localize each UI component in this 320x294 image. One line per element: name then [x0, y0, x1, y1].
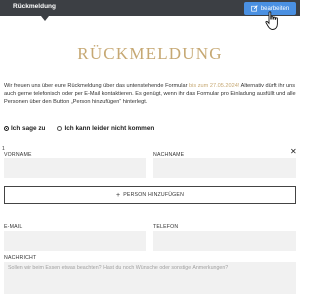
plus-icon: + — [115, 191, 121, 199]
message-placeholder: Sollen wir beim Essen etwas beachten? Ha… — [8, 265, 229, 271]
email-label: E-MAIL — [4, 224, 23, 230]
section-name: Rückmeldung — [13, 3, 56, 10]
editor-toolbar: Rückmeldung bearbeiten — [0, 0, 300, 16]
rsvp-yes-label: Ich sage zu — [11, 125, 46, 132]
radio-unchecked-icon[interactable] — [57, 126, 63, 131]
rsvp-yes-option[interactable]: Ich sage zu — [4, 125, 45, 132]
intro-text-start: Wir freuen uns über eure Rückmeldung übe… — [4, 83, 190, 89]
close-icon[interactable]: ✕ — [290, 148, 297, 156]
message-textarea[interactable]: Sollen wir beim Essen etwas beachten? Ha… — [4, 262, 296, 294]
hand-pointer-icon — [265, 11, 278, 30]
phone-input[interactable] — [153, 231, 296, 251]
deadline-date: bis zum 27.05.2024! — [189, 83, 240, 89]
rsvp-no-option[interactable]: Ich kann leider nicht kommen — [57, 125, 154, 132]
radio-checked-icon[interactable] — [4, 126, 9, 131]
rsvp-no-label: Ich kann leider nicht kommen — [64, 125, 155, 132]
intro-text: Wir freuen uns über eure Rückmeldung übe… — [4, 82, 298, 106]
toolbar-pointer — [41, 16, 49, 21]
add-person-button[interactable]: + PERSON HINZUFÜGEN — [4, 186, 296, 204]
last-name-input[interactable] — [153, 158, 296, 178]
form-title: RÜCKMELDUNG — [77, 44, 223, 63]
email-input[interactable] — [4, 231, 146, 251]
message-label: NACHRICHT — [4, 255, 37, 261]
add-person-label: PERSON HINZUFÜGEN — [123, 192, 185, 198]
rsvp-options: Ich sage zu Ich kann leider nicht kommen — [4, 125, 300, 132]
first-name-input[interactable] — [4, 158, 146, 178]
phone-label: TELEFON — [153, 224, 179, 230]
pencil-square-icon — [251, 5, 258, 12]
